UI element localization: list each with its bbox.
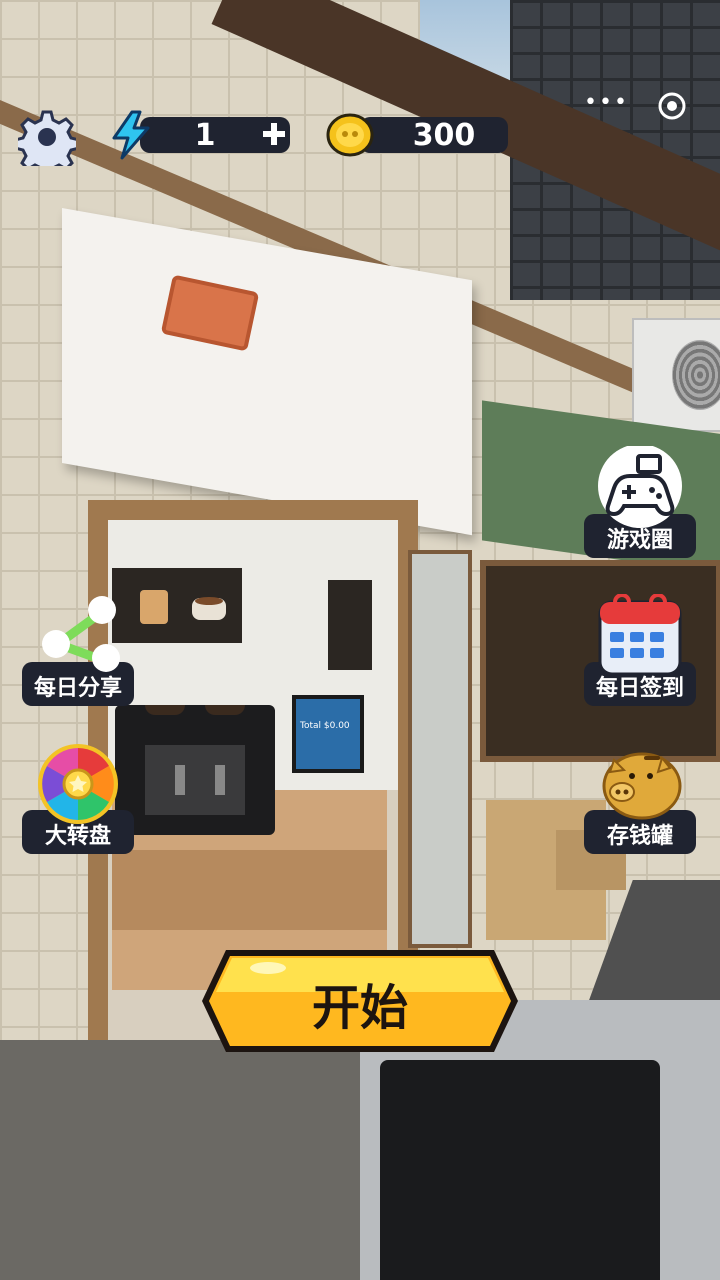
energy-value: 1 <box>194 117 216 153</box>
daily-share-label: 每日分享 <box>33 676 122 701</box>
coin-value: 300 <box>412 117 476 153</box>
start-button[interactable]: 开始 <box>198 946 522 1056</box>
food-cart-opening <box>380 1060 660 1280</box>
energy-bolt-icon <box>108 110 154 160</box>
settings-button[interactable] <box>18 108 76 166</box>
lucky-wheel-label: 大转盘 <box>44 824 111 849</box>
air-conditioner-fan <box>672 340 720 410</box>
daily-checkin-label: 每日签到 <box>595 676 684 701</box>
share-icon <box>30 594 126 682</box>
calendar-icon <box>592 594 688 682</box>
lucky-wheel-button[interactable]: 大转盘 <box>22 742 134 854</box>
coin-counter: 300 <box>360 117 508 153</box>
coin-icon <box>326 112 374 158</box>
game-circle-label: 游戏圈 <box>606 528 673 553</box>
settings-gear-icon <box>18 110 76 166</box>
add-energy-button[interactable] <box>258 118 290 150</box>
daily-checkin-button[interactable]: 每日签到 <box>584 594 696 706</box>
piggy-bank-icon <box>592 742 688 830</box>
counter-shelf <box>112 850 387 930</box>
piggy-bank-label: 存钱罐 <box>606 824 673 849</box>
gamepad-icon <box>592 446 688 534</box>
game-circle-button[interactable]: 游戏圈 <box>584 446 696 558</box>
piggy-bank-button[interactable]: 存钱罐 <box>584 742 696 854</box>
more-dots-icon[interactable]: ••• <box>584 90 627 120</box>
pos-terminal: Total $0.00 <box>292 695 364 773</box>
daily-share-button[interactable]: 每日分享 <box>22 594 134 706</box>
glass-door <box>408 550 472 948</box>
plus-icon <box>263 123 285 145</box>
wheel-icon <box>30 742 126 830</box>
start-button-label: 开始 <box>311 980 408 1036</box>
price-board <box>328 580 372 670</box>
pos-screen-text: Total $0.00 <box>300 721 350 731</box>
target-icon[interactable] <box>654 88 690 124</box>
espresso-machine <box>115 675 275 835</box>
